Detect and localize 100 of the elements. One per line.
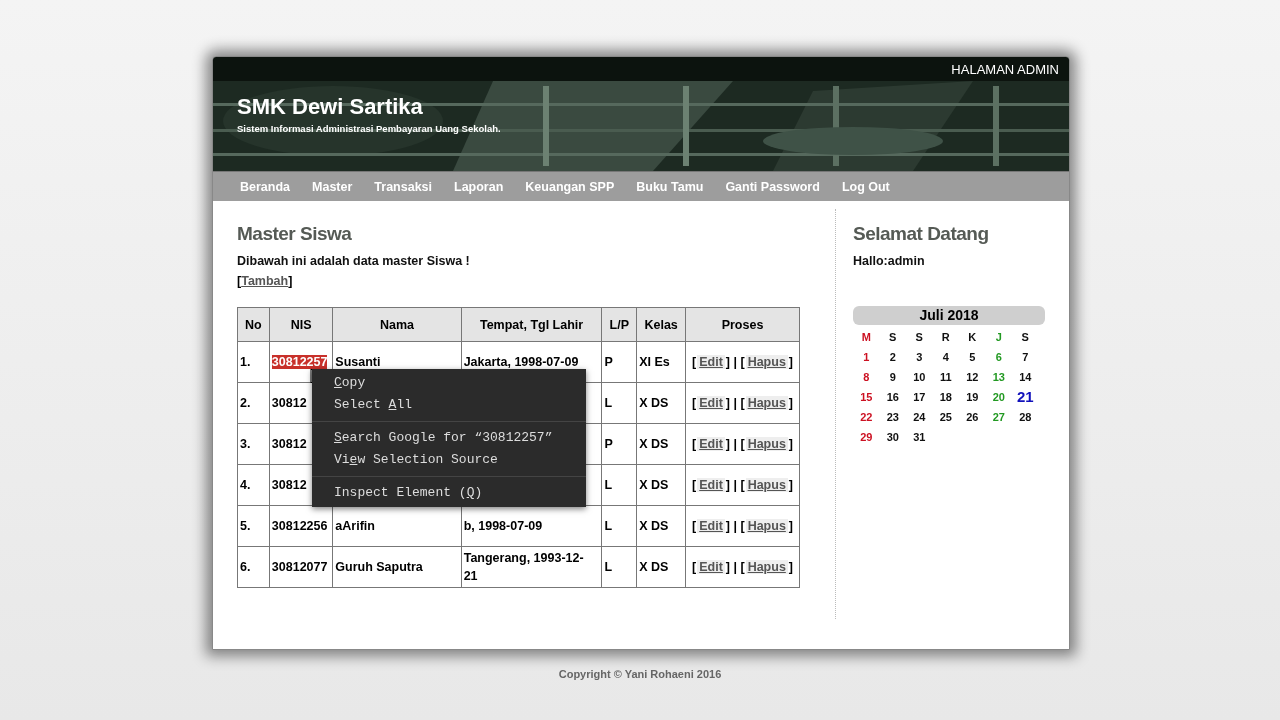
column-header: No — [237, 307, 270, 342]
action-link[interactable]: Edit — [697, 355, 725, 369]
bracket-text: ] — [788, 437, 793, 451]
calendar-day[interactable]: 3 — [906, 348, 933, 366]
bracket-text: [ — [692, 478, 697, 492]
sidebar-title: Selamat Datang — [853, 223, 990, 245]
nis-text: 30812 — [271, 478, 307, 492]
bracket-text: ] — [788, 355, 793, 369]
calendar-day[interactable]: 18 — [932, 388, 959, 406]
calendar-day[interactable]: 10 — [906, 368, 933, 386]
column-header: L/P — [601, 307, 637, 342]
calendar-day[interactable]: 5 — [959, 348, 986, 366]
column-header: Tempat, Tgl Lahir — [461, 307, 602, 342]
calendar-day[interactable]: 8 — [853, 368, 880, 386]
table-cell: Guruh Saputra — [332, 546, 462, 588]
weekday-label: S — [888, 330, 898, 345]
greeting-text: Hallo:admin — [853, 254, 926, 268]
calendar-day[interactable]: 13 — [985, 368, 1012, 386]
calendar-day[interactable]: 22 — [853, 408, 880, 426]
bracket-text: ] | [ — [725, 437, 745, 451]
action-link[interactable]: Edit — [697, 560, 725, 574]
weekday-label: K — [967, 330, 978, 345]
table-cell: L — [601, 546, 637, 588]
calendar-day[interactable]: 7 — [1012, 348, 1039, 366]
action-link[interactable]: Hapus — [745, 355, 788, 369]
menu-item[interactable]: View Selection Source — [312, 449, 586, 471]
menu-item[interactable]: Search Google for “30812257” — [312, 427, 586, 449]
site-title: SMK Dewi Sartika — [237, 94, 424, 120]
calendar-day[interactable]: 1 — [853, 348, 880, 366]
action-link[interactable]: Edit — [697, 396, 725, 410]
page-title: Master Siswa — [237, 223, 353, 245]
bracket-text: ] | [ — [725, 560, 745, 574]
table-cell: L — [601, 505, 637, 547]
calendar-day[interactable]: 27 — [985, 408, 1012, 426]
bracket-text: ] — [788, 560, 793, 574]
bracket-text: [ — [237, 274, 242, 288]
weekday-label: S — [914, 330, 924, 345]
action-link[interactable]: Hapus — [745, 519, 788, 533]
calendar-day[interactable]: 25 — [932, 408, 959, 426]
calendar-day[interactable]: 14 — [1012, 368, 1039, 386]
action-link[interactable]: Edit — [697, 478, 725, 492]
calendar-day[interactable]: 9 — [879, 368, 906, 386]
calendar-day[interactable]: 6 — [985, 348, 1012, 366]
copyright-text: Copyright © Yani Rohaeni 2016 — [558, 668, 722, 680]
bracket-text: ] | [ — [725, 519, 745, 533]
calendar-day[interactable]: 4 — [932, 348, 959, 366]
menu-item[interactable]: Inspect Element (Q) — [312, 482, 586, 504]
action-link[interactable]: Hapus — [745, 560, 788, 574]
calendar-day[interactable]: 11 — [932, 368, 959, 386]
table-cell: X DS — [636, 464, 686, 506]
bracket-text: [ — [692, 437, 697, 451]
calendar-day[interactable]: 19 — [959, 388, 986, 406]
intro-text: Dibawah ini adalah data master Siswa ! — [237, 254, 471, 268]
bracket-text: ] | [ — [725, 355, 745, 369]
add-link[interactable]: Tambah — [241, 274, 289, 288]
calendar-day[interactable]: 2 — [879, 348, 906, 366]
calendar-day[interactable]: 30 — [879, 428, 906, 446]
table-cell: 5. — [237, 505, 270, 547]
bracket-text: [ — [692, 396, 697, 410]
calendar-day[interactable]: 24 — [906, 408, 933, 426]
table-cell: 1. — [237, 341, 270, 383]
bracket-text: ] — [788, 396, 793, 410]
bracket-text: ] | [ — [725, 478, 745, 492]
table-cell: 6. — [237, 546, 270, 588]
table-cell: X DS — [636, 382, 686, 424]
bracket-text: ] | [ — [725, 396, 745, 410]
calendar-day[interactable]: 16 — [879, 388, 906, 406]
table-cell: L — [601, 464, 637, 506]
table-cell: 2. — [237, 382, 270, 424]
action-link[interactable]: Edit — [697, 519, 725, 533]
action-link[interactable]: Hapus — [745, 478, 788, 492]
calendar-day[interactable]: 28 — [1012, 408, 1039, 426]
table-cell: X DS — [636, 423, 686, 465]
calendar-day[interactable]: 15 — [853, 388, 880, 406]
table-cell: 4. — [237, 464, 270, 506]
table-cell: Tangerang, 1993-12-21 — [461, 546, 602, 588]
bracket-text: [ — [692, 560, 697, 574]
table-cell: L — [601, 382, 637, 424]
calendar-day[interactable]: 23 — [879, 408, 906, 426]
bracket-text: [ — [692, 355, 697, 369]
calendar-day[interactable]: 12 — [959, 368, 986, 386]
action-link[interactable]: Hapus — [745, 396, 788, 410]
bracket-text: ] — [788, 519, 793, 533]
calendar-day[interactable]: 17 — [906, 388, 933, 406]
action-link[interactable]: Edit — [697, 437, 725, 451]
site-subtitle: Sistem Informasi Administrasi Pembayaran Uang Sekolah. — [237, 123, 502, 134]
column-header: Nama — [332, 307, 462, 342]
calendar-day[interactable]: 31 — [906, 428, 933, 446]
bracket-text: [ — [692, 519, 697, 533]
weekday-label: M — [860, 330, 872, 345]
nis-text: 30812257 — [271, 355, 328, 369]
calendar-day[interactable]: 21 — [1012, 388, 1039, 406]
nis-text: 30812256 — [271, 519, 328, 533]
weekday-label: J — [994, 330, 1003, 345]
menu-item[interactable]: Select All — [312, 394, 586, 416]
calendar-day[interactable]: 29 — [853, 428, 880, 446]
calendar-day[interactable]: 20 — [985, 388, 1012, 406]
action-link[interactable]: Hapus — [745, 437, 788, 451]
calendar-day[interactable]: 26 — [959, 408, 986, 426]
column-header: Kelas — [636, 307, 686, 342]
